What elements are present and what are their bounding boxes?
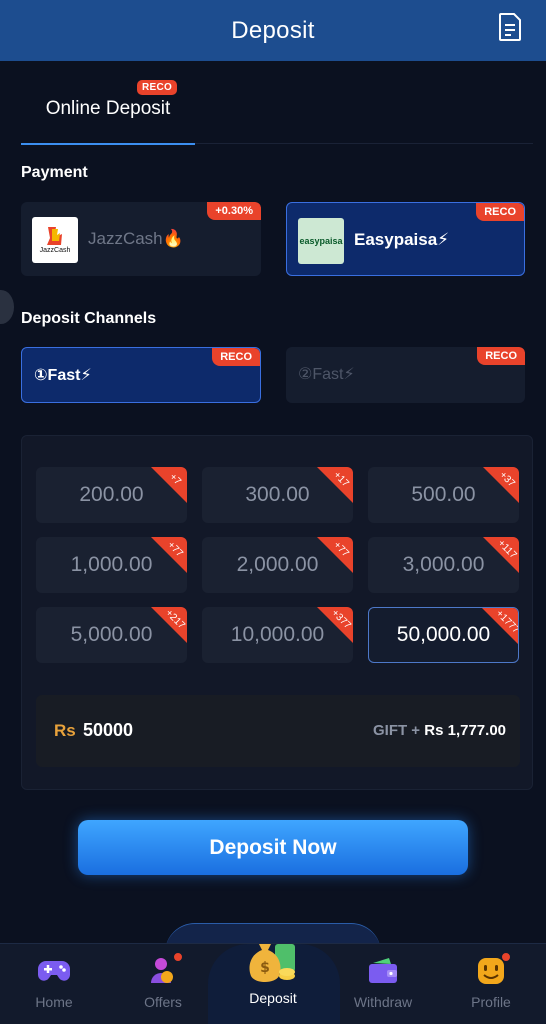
tab-online-deposit[interactable]: RECO Online Deposit (21, 62, 195, 145)
jazzcash-bonus-badge: +0.30% (207, 202, 261, 220)
channel-label: ②Fast⚡ (298, 366, 355, 383)
amount-option[interactable]: 200.00 +7 (36, 467, 187, 523)
amount-option[interactable]: 5,000.00 +217 (36, 607, 187, 663)
app-header: Deposit (0, 0, 546, 61)
nav-profile[interactable]: Profile (446, 944, 536, 1024)
nav-withdraw[interactable]: Withdraw (338, 944, 428, 1024)
easypaisa-logo: easypaisa (298, 218, 344, 264)
amount-option[interactable]: 3,000.00 +117 (368, 537, 519, 593)
side-drawer-handle[interactable] (0, 290, 14, 324)
svg-text:$: $ (260, 960, 270, 976)
gift-amount: 1,777.00 (447, 722, 506, 739)
summary-currency: Rs (54, 721, 76, 740)
offers-gift-icon (145, 952, 183, 988)
wallet-icon (365, 954, 401, 988)
reco-badge: RECO (477, 347, 525, 365)
page-title: Deposit (231, 16, 315, 44)
jazzcash-mark-icon (47, 227, 62, 245)
document-icon[interactable] (498, 13, 522, 41)
deposit-now-label: Deposit Now (209, 835, 337, 859)
reco-badge: RECO (212, 348, 260, 366)
payment-section-title: Payment (21, 164, 88, 181)
nav-label: Withdraw (353, 994, 413, 1010)
amount-value: 1,000.00 (70, 553, 153, 576)
jazzcash-logo: JazzCash (32, 217, 78, 263)
amount-value: 2,000.00 (236, 553, 319, 576)
amount-value: 500.00 (411, 483, 476, 506)
jazzcash-label: JazzCash🔥 (88, 229, 184, 248)
payment-method-jazzcash[interactable]: JazzCash JazzCash🔥 +0.30% (21, 202, 261, 276)
gift-label: GIFT + (372, 722, 421, 739)
deposit-summary: Rs 50000 GIFT + Rs 1,777.00 (36, 695, 520, 767)
channel-fast-1[interactable]: ①Fast⚡ RECO (21, 347, 261, 403)
amount-value: 300.00 (245, 483, 310, 506)
reco-badge: RECO (476, 203, 524, 221)
payment-method-easypaisa[interactable]: easypaisa Easypaisa⚡ RECO (286, 202, 525, 276)
notification-dot (501, 952, 511, 962)
bottom-nav: Home Offers $ Deposit Withdraw Profile (0, 943, 546, 1024)
nav-offers[interactable]: Offers (118, 944, 208, 1024)
easypaisa-label: Easypaisa⚡ (354, 230, 450, 249)
nav-label: Deposit (249, 990, 297, 1006)
amount-value: 3,000.00 (402, 553, 485, 576)
amount-value: 200.00 (79, 483, 144, 506)
easypaisa-logo-text: easypaisa (299, 236, 343, 246)
amount-option-selected[interactable]: 50,000.00 +1777 (368, 607, 519, 663)
amount-value: 50,000.00 (396, 623, 491, 646)
nav-label: Home (35, 994, 73, 1010)
reco-badge: RECO (137, 80, 178, 95)
amount-option[interactable]: 1,000.00 +77 (36, 537, 187, 593)
channel-label: ①Fast⚡ (34, 367, 92, 384)
tab-label: Online Deposit (45, 98, 171, 119)
deposit-now-button[interactable]: Deposit Now (78, 820, 468, 875)
amount-value: 5,000.00 (70, 623, 153, 646)
deposit-channels-title: Deposit Channels (21, 310, 157, 327)
deposit-tabbar: RECO Online Deposit (21, 62, 533, 145)
amount-option[interactable]: 500.00 +37 (368, 467, 519, 523)
amount-value: 10,000.00 (230, 623, 325, 646)
amount-option[interactable]: 2,000.00 +77 (202, 537, 353, 593)
nav-label: Offers (144, 994, 182, 1010)
nav-deposit[interactable]: $ Deposit (228, 944, 318, 1024)
channel-fast-2[interactable]: ②Fast⚡ RECO (286, 347, 525, 403)
amount-option[interactable]: 300.00 +17 (202, 467, 353, 523)
gift-summary: GIFT + Rs 1,777.00 (373, 722, 506, 739)
jazzcash-logo-text: JazzCash (39, 247, 71, 254)
summary-amount: 50000 (83, 720, 134, 740)
nav-home[interactable]: Home (9, 944, 99, 1024)
tab-active-indicator (21, 143, 195, 145)
gamepad-icon (36, 954, 72, 988)
smiley-avatar-icon (473, 952, 511, 988)
nav-label: Profile (471, 994, 511, 1010)
notification-dot (173, 952, 183, 962)
amount-panel: 200.00 +7 300.00 +17 500.00 +37 1,000.00… (21, 435, 533, 790)
money-bag-icon: $ (245, 936, 301, 986)
amount-option[interactable]: 10,000.00 +377 (202, 607, 353, 663)
gift-currency: Rs (424, 722, 444, 739)
